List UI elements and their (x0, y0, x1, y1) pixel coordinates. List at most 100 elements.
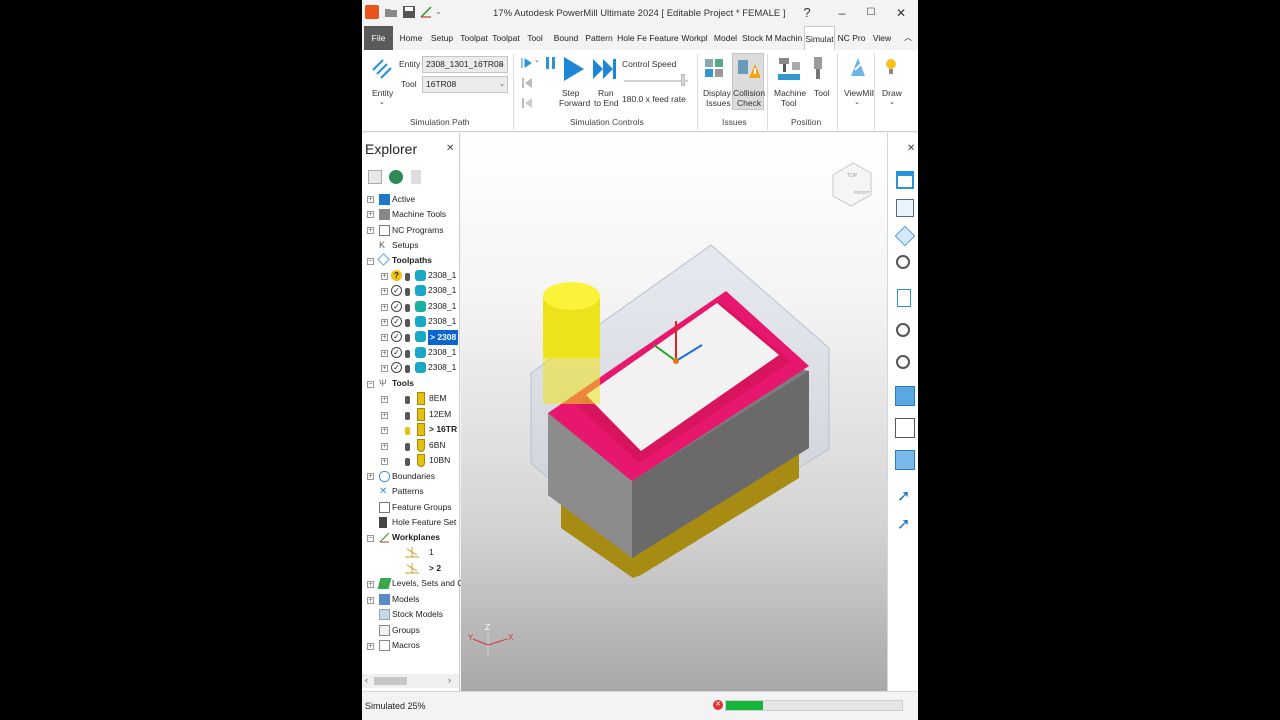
tab-toolpath-2[interactable]: Toolpat (491, 26, 521, 50)
expand-icon[interactable]: + (381, 350, 388, 357)
expand-icon[interactable]: + (367, 227, 374, 234)
tool-position-label[interactable]: Tool (814, 88, 830, 98)
chevron-down-icon[interactable]: ⌄ (889, 98, 895, 108)
workplane-item[interactable]: 1 (429, 545, 434, 560)
pause-icon[interactable] (545, 56, 557, 70)
tab-hole-feature[interactable]: Hole Fe (617, 26, 647, 50)
expand-icon[interactable]: + (381, 288, 388, 295)
tree-item-boundaries[interactable]: Boundaries (392, 469, 435, 484)
draw-bulb-icon[interactable] (884, 56, 898, 78)
step-forward-label-line2[interactable]: Forward (559, 98, 590, 108)
expand-icon[interactable]: + (381, 427, 388, 434)
bulb-lit-icon[interactable] (405, 427, 410, 435)
tab-machine[interactable]: Machin (774, 26, 803, 50)
zoom-out-icon[interactable] (896, 355, 910, 369)
tree-item-models[interactable]: Models (392, 592, 419, 607)
chevron-down-icon[interactable]: ⌄ (435, 5, 449, 19)
tree-item-workplanes[interactable]: Workplanes (392, 530, 440, 545)
step-forward-icon[interactable] (562, 56, 586, 82)
tree-item-nc-programs[interactable]: NC Programs (392, 223, 443, 238)
toolpath-item[interactable]: 2308_1 (428, 268, 456, 283)
toolpath-item[interactable]: 2308_1 (428, 360, 456, 375)
tab-pattern[interactable]: Pattern (584, 26, 614, 50)
tab-tool[interactable]: Tool (524, 26, 546, 50)
expand-icon[interactable]: + (381, 304, 388, 311)
workplane-item-active[interactable]: > 2 (429, 561, 441, 576)
save-icon[interactable] (402, 5, 416, 19)
chevron-down-icon[interactable]: ⌄ (854, 98, 860, 108)
toolpath-item[interactable]: 2308_1 (428, 283, 456, 298)
scrollbar-thumb[interactable] (374, 677, 407, 685)
run-to-end-label-line1[interactable]: Run (598, 88, 614, 98)
run-to-end-label-line2[interactable]: to End (594, 98, 619, 108)
tree-item-patterns[interactable]: Patterns (392, 484, 424, 499)
collision-check-label-line1[interactable]: Collision (733, 88, 765, 98)
tab-feature[interactable]: Feature (649, 26, 679, 50)
tab-boundary[interactable]: Bound (552, 26, 580, 50)
expand-icon[interactable]: + (367, 643, 374, 650)
tree-item-hole-feature-sets[interactable]: Hole Feature Set (392, 515, 456, 530)
tool-item[interactable]: 8EM (429, 391, 446, 406)
tree-item-active[interactable]: Active (392, 192, 415, 207)
machine-tool-icon[interactable] (776, 56, 802, 82)
zoom-box-icon[interactable] (896, 323, 910, 337)
graphics-viewport[interactable]: TOP FRONT Z X Y (461, 133, 887, 691)
tab-model[interactable]: Model (712, 26, 739, 50)
tab-setup[interactable]: Setup (428, 26, 456, 50)
toolpath-item[interactable]: 2308_1 (428, 314, 456, 329)
step-forward-label-line1[interactable]: Step (562, 88, 580, 98)
tab-toolpath-1[interactable]: Toolpat (459, 26, 489, 50)
expand-icon[interactable]: + (381, 396, 388, 403)
expand-icon[interactable]: + (381, 458, 388, 465)
bulb-icon[interactable] (405, 334, 410, 342)
bulb-icon[interactable] (405, 319, 410, 327)
bulb-icon[interactable] (405, 458, 410, 466)
tree-item-machine-tools[interactable]: Machine Tools (392, 207, 446, 222)
select-pointer-icon[interactable]: ➚ (897, 486, 910, 506)
collision-warning-icon[interactable] (736, 56, 761, 82)
tree-view-icon[interactable] (368, 170, 382, 184)
expand-icon[interactable]: + (367, 196, 374, 203)
bulb-icon[interactable] (405, 288, 410, 296)
tab-view[interactable]: View (870, 26, 894, 50)
scroll-left-icon[interactable]: ‹ (365, 675, 368, 685)
shaded-view-icon[interactable] (895, 386, 915, 406)
horizontal-scrollbar[interactable]: ‹ › (362, 674, 459, 688)
close-icon[interactable]: ✕ (907, 143, 915, 154)
tool-item[interactable]: 6BN (429, 438, 446, 453)
bulb-icon[interactable] (405, 350, 410, 358)
display-issues-label-line1[interactable]: Display (703, 88, 731, 98)
machine-tool-label-line2[interactable]: Tool (781, 98, 797, 108)
entity-dropdown[interactable]: 2308_1301_16TR08 ⌄ (422, 56, 508, 73)
close-explorer-icon[interactable]: ✕ (446, 143, 454, 154)
select-undo-pointer-icon[interactable]: ➚ (897, 514, 910, 534)
bulb-icon[interactable] (405, 443, 410, 451)
workplane-quick-icon[interactable] (419, 5, 433, 19)
speed-slider-thumb[interactable] (681, 74, 685, 86)
bulb-icon[interactable] (405, 396, 410, 404)
expand-icon[interactable]: + (381, 443, 388, 450)
tool-item[interactable]: 12EM (429, 407, 451, 422)
tab-home[interactable]: Home (397, 26, 425, 50)
minimize-button[interactable]: – (833, 4, 851, 22)
tree-item-stock-models[interactable]: Stock Models (392, 607, 443, 622)
toolpath-item[interactable]: 2308_1 (428, 299, 456, 314)
view-top-icon[interactable] (896, 171, 914, 189)
draw-label[interactable]: Draw (882, 88, 902, 98)
expand-icon[interactable]: + (367, 581, 374, 588)
globe-icon[interactable] (389, 170, 403, 184)
collapse-ribbon-icon[interactable]: ︿ (902, 26, 914, 50)
bulb-icon[interactable] (405, 273, 410, 281)
expand-icon[interactable]: + (367, 473, 374, 480)
tree-item-feature-groups[interactable]: Feature Groups (392, 500, 452, 515)
tree-item-tools[interactable]: Tools (392, 376, 414, 391)
help-icon[interactable]: ? (798, 4, 816, 22)
tree-item-toolpaths[interactable]: Toolpaths (392, 253, 432, 268)
collision-check-label-line2[interactable]: Check (737, 98, 761, 108)
viewmill-icon[interactable] (848, 56, 868, 78)
tool-dropdown[interactable]: 16TR08 ⌄ (422, 76, 508, 93)
entity-icon[interactable] (371, 56, 393, 82)
expand-icon[interactable]: + (381, 319, 388, 326)
maximize-button[interactable]: ☐ (862, 4, 880, 22)
collapse-icon[interactable]: − (367, 381, 374, 388)
